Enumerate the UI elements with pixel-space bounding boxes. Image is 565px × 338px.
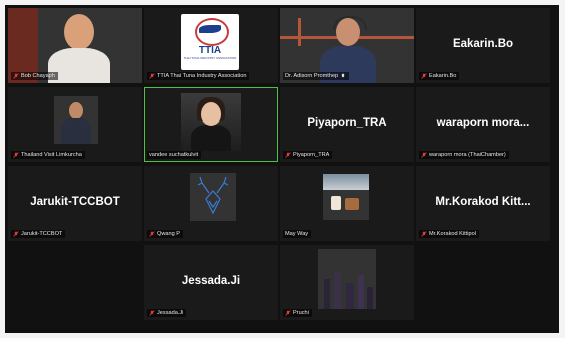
participant-tile[interactable]: Eakarin.Bo Eakarin.Bo: [416, 8, 550, 83]
participant-video: [54, 96, 98, 144]
participant-video: [318, 249, 376, 309]
mic-muted-icon: [285, 152, 291, 158]
video-gallery: Bob Chayaph TTIA THAI TUNA INDUSTRY ASSO…: [5, 5, 559, 333]
mic-muted-icon: [285, 310, 291, 316]
ttia-logo: TTIA THAI TUNA INDUSTRY ASSOCIATION: [181, 14, 239, 70]
logo-subtext: THAI TUNA INDUSTRY ASSOCIATION: [183, 57, 237, 60]
participant-tile[interactable]: Dr. Adisorn Promthep: [280, 8, 414, 83]
participant-tile[interactable]: Piyaporn_TRA Piyaporn_TRA: [280, 87, 414, 162]
participant-name-label: waraporn mora (ThaiChamber): [419, 151, 509, 159]
participant-display-name: Piyaporn_TRA: [307, 117, 387, 129]
participant-tile[interactable]: Thailand Visit Limkurcha: [8, 87, 142, 162]
mic-muted-icon: [149, 310, 155, 316]
mic-muted-icon: [421, 73, 427, 79]
participant-name-label: Thailand Visit Limkurcha: [11, 151, 85, 159]
participant-tile[interactable]: waraporn mora... waraporn mora (ThaiCham…: [416, 87, 550, 162]
participant-name-label: Mr.Korakod Kittipol: [419, 230, 479, 238]
mic-muted-icon: [149, 73, 155, 79]
participant-name-label: Piyaporn_TRA: [283, 151, 333, 159]
participant-display-name: Jessada.Ji: [181, 275, 241, 287]
participant-tile[interactable]: Jessada.Ji Jessada.Ji: [144, 245, 278, 320]
participant-name-label: Bob Chayaph: [11, 72, 58, 80]
participant-name-label: Jessada.Ji: [147, 309, 187, 317]
mic-muted-icon: [149, 231, 155, 237]
mic-muted-icon: [13, 73, 19, 79]
participant-video: [181, 93, 241, 151]
participant-tile[interactable]: Jarukit-TCCBOT Jarukit-TCCBOT: [8, 166, 142, 241]
mic-on-icon: [340, 73, 346, 79]
participant-name-label: Jarukit-TCCBOT: [11, 230, 66, 238]
participant-tile[interactable]: May Way: [280, 166, 414, 241]
participant-tile[interactable]: TTIA THAI TUNA INDUSTRY ASSOCIATION TTIA…: [144, 8, 278, 83]
participant-name-label: TTIA Thai Tuna Industry Association: [147, 72, 250, 80]
participant-display-name: Mr.Korakod Kitt...: [435, 196, 531, 208]
mic-muted-icon: [13, 231, 19, 237]
logo-text: TTIA: [198, 45, 222, 56]
participant-name-label: Qwang P: [147, 230, 184, 238]
participant-name-label: Dr. Adisorn Promthep: [283, 72, 350, 80]
participant-tile[interactable]: Bob Chayaph: [8, 8, 142, 83]
participant-name-label: Pruchi: [283, 309, 312, 317]
participant-tile[interactable]: Pruchi: [280, 245, 414, 320]
participant-display-name: waraporn mora...: [436, 117, 530, 129]
participant-display-name: Eakarin.Bo: [452, 38, 514, 50]
participant-name-label: May Way: [283, 230, 312, 238]
participant-tile-active-speaker[interactable]: vandee suchatkulvit: [144, 87, 278, 162]
mic-muted-icon: [421, 152, 427, 158]
participant-tile[interactable]: Qwang P: [144, 166, 278, 241]
participant-video: [323, 174, 369, 220]
participant-tile[interactable]: Mr.Korakod Kitt... Mr.Korakod Kittipol: [416, 166, 550, 241]
participant-name-label: Eakarin.Bo: [419, 72, 460, 80]
participant-video: [190, 173, 236, 221]
deer-emblem-icon: [197, 176, 229, 215]
participant-name-label: vandee suchatkulvit: [147, 151, 202, 159]
mic-muted-icon: [421, 231, 427, 237]
participant-display-name: Jarukit-TCCBOT: [30, 196, 120, 208]
mic-muted-icon: [13, 152, 19, 158]
